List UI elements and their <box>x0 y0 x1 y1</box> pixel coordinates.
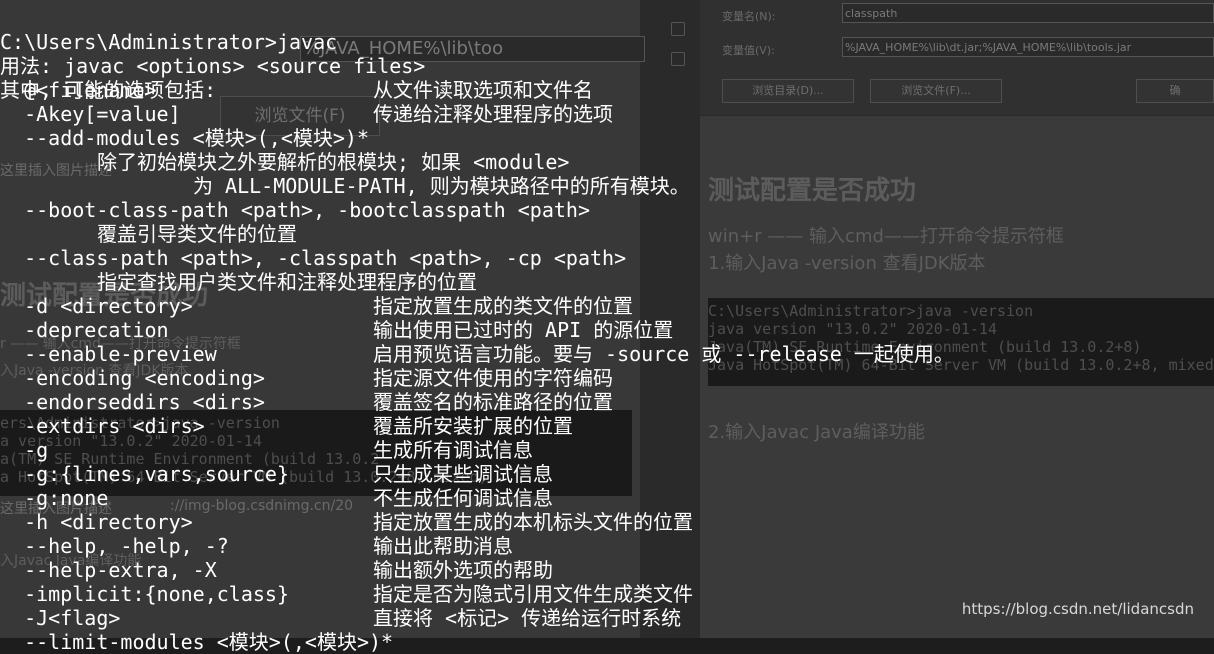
console-option-description: 指定是否为隐式引用文件生成类文件 <box>373 582 693 606</box>
console-option-description: 输出使用已过时的 API 的源位置 <box>373 318 674 342</box>
console-option-flag: -d <directory> <box>0 294 193 318</box>
console-option-description: 不生成任何调试信息 <box>373 486 553 510</box>
console-option-flag: --add-modules <模块>(,<模块>)* <box>0 126 369 150</box>
console-option-row: -encoding <encoding> 指定源文件使用的字符编码 <box>0 366 1214 390</box>
console-option-row: -Akey[=value] 传递给注释处理程序的选项 <box>0 102 1214 126</box>
console-option-flag: --boot-class-path <path>, -bootclasspath… <box>0 198 591 222</box>
console-usage-line: 用法: javac <options> <source files> <box>0 30 1214 78</box>
console-option-description: 传递给注释处理程序的选项 <box>373 102 613 126</box>
console-option-flag: @<filename> <box>0 78 157 102</box>
console-option-row: -endorseddirs <dirs> 覆盖签名的标准路径的位置 <box>0 390 1214 414</box>
console-option-description: 指定源文件使用的字符编码 <box>373 366 613 390</box>
console-prompt-line: C:\Users\Administrator>javac <box>0 6 1214 54</box>
console-option-continuation: 除了初始模块之外要解析的根模块; 如果 <module> <box>97 150 570 174</box>
console-option-row: @<filename> 从文件读取选项和文件名 <box>0 78 1214 102</box>
console-option-description: 只生成某些调试信息 <box>373 462 553 486</box>
console-option-row: --enable-preview 启用预览语言功能。要与 -source 或 --… <box>0 342 1214 366</box>
console-option-flag: --limit-modules <模块>(,<模块>)* <box>0 630 394 654</box>
console-option-flag: -deprecation <box>0 318 169 342</box>
console-option-flag: --help-extra, -X <box>0 558 217 582</box>
console-option-row: --boot-class-path <path>, -bootclasspath… <box>0 198 1214 222</box>
console-option-flag: -J<flag> <box>0 606 121 630</box>
console-option-row: -g:none 不生成任何调试信息 <box>0 486 1214 510</box>
console-option-description: 生成所有调试信息 <box>373 438 533 462</box>
console-option-flag: --enable-preview <box>0 342 217 366</box>
console-option-description: 指定放置生成的本机标头文件的位置 <box>373 510 693 534</box>
console-output: C:\Users\Administrator>javac 用法: javac <… <box>0 6 1214 654</box>
console-option-flag: -h <directory> <box>0 510 193 534</box>
console-option-description: 直接将 <标记> 传递给运行时系统 <box>373 606 682 630</box>
console-option-row: -h <directory> 指定放置生成的本机标头文件的位置 <box>0 510 1214 534</box>
console-option-flag: --class-path <path>, -classpath <path>, … <box>0 246 627 270</box>
console-options-list: @<filename> 从文件读取选项和文件名 -Akey[=value] 传递给注… <box>0 78 1214 654</box>
console-option-row: -deprecation 输出使用已过时的 API 的源位置 <box>0 318 1214 342</box>
console-option-description: 输出额外选项的帮助 <box>373 558 553 582</box>
console-option-flag: -endorseddirs <dirs> <box>0 390 265 414</box>
console-option-row: --help-extra, -X 输出额外选项的帮助 <box>0 558 1214 582</box>
console-option-row: 指定查找用户类文件和注释处理程序的位置 <box>0 270 1214 294</box>
console-intro-line: 其中, 可能的选项包括: <box>0 54 1214 102</box>
console-option-row: --class-path <path>, -classpath <path>, … <box>0 246 1214 270</box>
console-option-flag: --help, -help, -? <box>0 534 229 558</box>
console-option-description: 覆盖所安装扩展的位置 <box>373 414 573 438</box>
console-option-description: 指定放置生成的类文件的位置 <box>373 294 633 318</box>
console-option-continuation: 覆盖引导类文件的位置 <box>97 222 297 246</box>
console-option-flag: -implicit:{none,class} <box>0 582 289 606</box>
console-option-description: 覆盖签名的标准路径的位置 <box>373 390 613 414</box>
console-option-row: -extdirs <dirs> 覆盖所安装扩展的位置 <box>0 414 1214 438</box>
console-option-row: 为 ALL-MODULE-PATH, 则为模块路径中的所有模块。 <box>0 174 1214 198</box>
console-option-flag: -g:{lines,vars,source} <box>0 462 289 486</box>
console-option-flag: -Akey[=value] <box>0 102 181 126</box>
console-option-flag: -g <box>0 438 49 462</box>
console-option-row: -d <directory> 指定放置生成的类文件的位置 <box>0 294 1214 318</box>
console-option-row: 覆盖引导类文件的位置 <box>0 222 1214 246</box>
console-option-row: --help, -help, -? 输出此帮助消息 <box>0 534 1214 558</box>
console-option-row: -g:{lines,vars,source} 只生成某些调试信息 <box>0 462 1214 486</box>
console-option-flag: -encoding <encoding> <box>0 366 265 390</box>
console-option-row: --add-modules <模块>(,<模块>)* <box>0 126 1214 150</box>
console-option-description: 输出此帮助消息 <box>373 534 513 558</box>
console-option-continuation: 为 ALL-MODULE-PATH, 则为模块路径中的所有模块。 <box>193 174 690 198</box>
console-option-description: 从文件读取选项和文件名 <box>373 78 593 102</box>
console-option-continuation: 指定查找用户类文件和注释处理程序的位置 <box>97 270 477 294</box>
console-option-flag: -g:none <box>0 486 109 510</box>
console-option-flag: -extdirs <dirs> <box>0 414 205 438</box>
console-option-description: 启用预览语言功能。要与 -source 或 --release 一起使用。 <box>373 342 954 366</box>
console-option-row: --limit-modules <模块>(,<模块>)* <box>0 630 1214 654</box>
console-option-row: -g 生成所有调试信息 <box>0 438 1214 462</box>
console-option-row: 除了初始模块之外要解析的根模块; 如果 <module> <box>0 150 1214 174</box>
watermark: https://blog.csdn.net/lidancsdn <box>961 600 1194 618</box>
